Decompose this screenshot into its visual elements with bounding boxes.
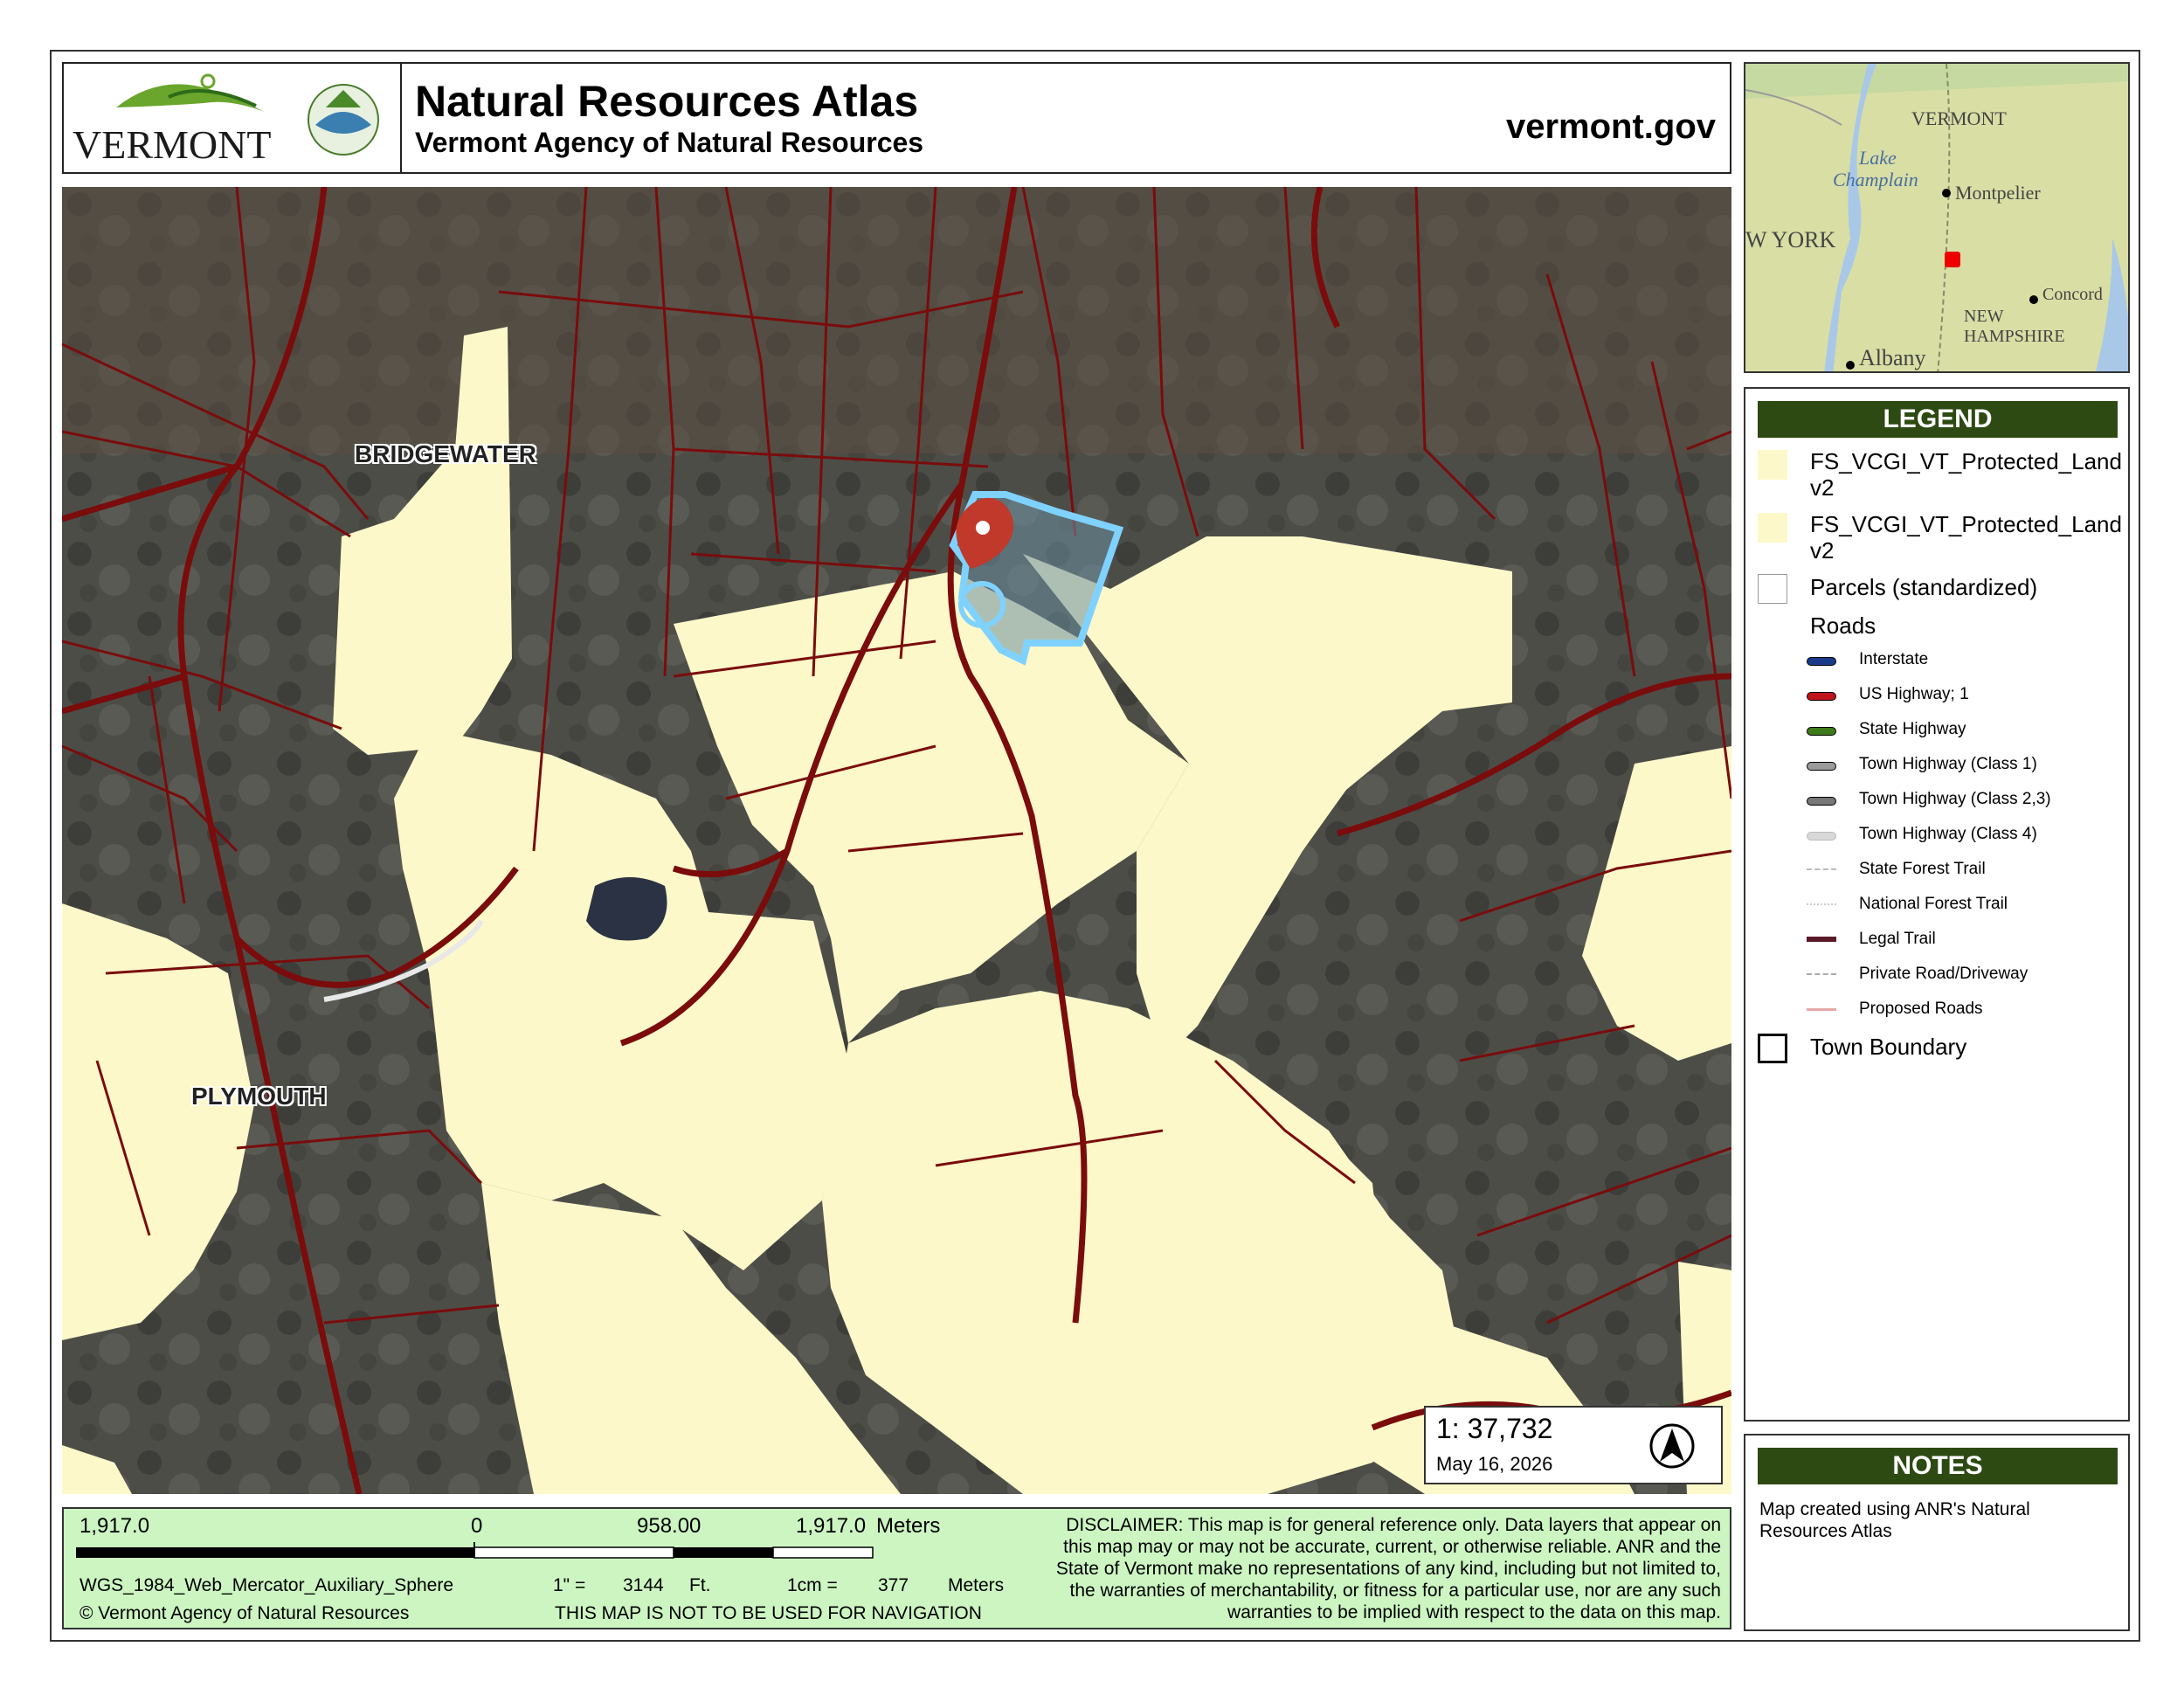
parcels-swatch (1758, 574, 1787, 604)
legend-road-label: Town Highway (Class 4) (1859, 825, 2037, 843)
map-footer: 1,917.0 0 958.00 1,917.0 Meters WGS_1984… (62, 1507, 1731, 1629)
legend-town-boundary-label: Town Boundary (1810, 1034, 1967, 1060)
inset-label: Lake (1858, 147, 1897, 169)
site-link[interactable]: vermont.gov (1506, 107, 1716, 147)
page-title: Natural Resources Atlas (415, 77, 919, 126)
navigation-warning: THIS MAP IS NOT TO BE USED FOR NAVIGATIO… (555, 1603, 982, 1623)
inch-label: 1" = (553, 1575, 586, 1595)
town-label-bridgewater: BRIDGEWATER (355, 440, 536, 467)
inset-label: Albany (1859, 345, 1926, 370)
protected-land-swatch (1758, 513, 1787, 543)
map-canvas[interactable]: BRIDGEWATER PLYMOUTH (62, 187, 1731, 1494)
scale-label-zero: 0 (471, 1514, 483, 1538)
inch-unit: Ft. (689, 1575, 711, 1595)
logo-area: VERMONT (64, 64, 402, 172)
notes-panel: NOTES Map created using ANR's Natural Re… (1744, 1434, 2130, 1631)
map-svg (62, 187, 1731, 1494)
copyright-label: © Vermont Agency of Natural Resources (79, 1603, 410, 1623)
locator-inset-map: VERMONT Lake Champlain Montpelier W YORK… (1744, 62, 2130, 373)
us-highway-swatch (1807, 692, 1836, 701)
legend-road-label: State Highway (1859, 720, 1966, 738)
legend-road-label: National Forest Trail (1859, 895, 2008, 913)
vermont-logo: VERMONT (73, 73, 379, 167)
inset-label: W YORK (1745, 227, 1836, 253)
scale-bar (76, 1542, 874, 1559)
pond (586, 877, 667, 941)
notes-title: NOTES (1758, 1448, 2118, 1484)
town-boundary-swatch (1758, 1034, 1787, 1063)
imagery-top-band (62, 187, 1731, 453)
disclaimer-text: DISCLAIMER: This map is for general refe… (1055, 1515, 1721, 1622)
projection-label: WGS_1984_Web_Mercator_Auxiliary_Sphere (79, 1575, 453, 1595)
inset-label: HAMPSHIRE (1964, 327, 2065, 346)
private-road-swatch (1807, 973, 1836, 975)
inset-label: VERMONT (1911, 107, 2007, 129)
page-subtitle: Vermont Agency of Natural Resources (415, 127, 924, 158)
legend-road-label: Private Road/Driveway (1859, 965, 2028, 983)
legend-road-label: State Forest Trail (1859, 860, 1986, 878)
scale-ratio: 1: 37,732 (1436, 1413, 1553, 1444)
legal-trail-swatch (1807, 937, 1836, 942)
protected-land-swatch (1758, 450, 1787, 480)
legend-road-label: Legal Trail (1859, 930, 1936, 948)
inset-svg: VERMONT Lake Champlain Montpelier W YORK… (1745, 64, 2128, 371)
state-forest-trail-swatch (1807, 868, 1836, 870)
legend-road-label: Town Highway (Class 2,3) (1859, 790, 2051, 808)
legend-road-label: US Highway; 1 (1859, 685, 1969, 703)
scale-units: Meters (876, 1514, 941, 1538)
interstate-swatch (1807, 657, 1836, 666)
inset-label: Montpelier (1955, 182, 2041, 204)
cm-unit: Meters (948, 1575, 1005, 1595)
town-highway-1-swatch (1807, 762, 1836, 771)
legend-title: LEGEND (1758, 401, 2118, 438)
town-highway-4-swatch (1807, 832, 1836, 841)
legend-road-label: Interstate (1859, 650, 1929, 668)
notes-text: Map created using ANR's Natural Resource… (1759, 1499, 2030, 1541)
scale-label-mid: 958.00 (637, 1514, 702, 1538)
scale-ratio-box: 1: 37,732 May 16, 2026 (1424, 1406, 1723, 1484)
legend-road-label: Town Highway (Class 1) (1859, 755, 2037, 773)
legend-layer-label: v2 (1810, 474, 1835, 501)
north-arrow-icon (1649, 1423, 1695, 1469)
legend-road-label: Proposed Roads (1859, 1000, 1983, 1018)
inset-label: Champlain (1833, 169, 1918, 190)
scale-label-left: 1,917.0 (79, 1514, 150, 1538)
legend-layer-label: Parcels (standardized) (1810, 574, 2038, 600)
legend-layer-label: FS_VCGI_VT_Protected_Land (1810, 448, 2122, 474)
map-header: VERMONT Natural Resources Atlas Vermont … (62, 62, 1731, 174)
national-forest-trail-swatch (1807, 903, 1836, 905)
legend-roads-heading: Roads (1810, 612, 1876, 639)
map-date: May 16, 2026 (1436, 1453, 1553, 1475)
town-label-plymouth: PLYMOUTH (191, 1083, 327, 1110)
proposed-roads-swatch (1807, 1008, 1836, 1011)
logo-wordmark: VERMONT (73, 122, 271, 167)
cm-label: 1cm = (787, 1575, 838, 1595)
location-pin-dot (976, 521, 990, 535)
legend-layer-label: v2 (1810, 537, 1835, 564)
scale-label-right: 1,917.0 (796, 1514, 867, 1538)
inset-label: Concord (2042, 285, 2103, 304)
location-marker-icon (1945, 252, 1960, 267)
inset-label: NEW (1964, 307, 2004, 326)
state-highway-swatch (1807, 727, 1836, 736)
cm-value: 377 (878, 1575, 909, 1595)
legend-panel: LEGEND FS_VCGI_VT_Protected_Land v2 FS_V… (1744, 387, 2130, 1422)
legend-layer-label: FS_VCGI_VT_Protected_Land (1810, 511, 2122, 537)
inch-value: 3144 (623, 1575, 664, 1595)
town-highway-23-swatch (1807, 797, 1836, 806)
